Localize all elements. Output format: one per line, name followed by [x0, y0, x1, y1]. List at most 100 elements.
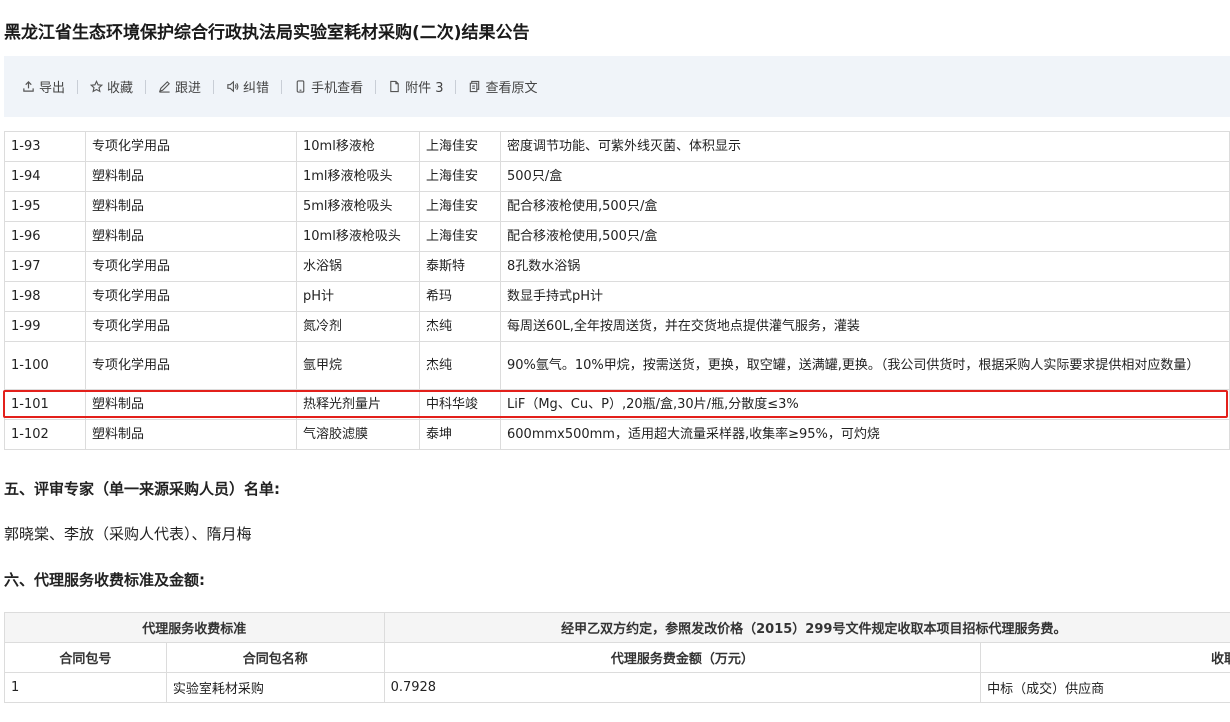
report-error-label: 纠错 — [243, 81, 270, 96]
item-spec: 600mmx500mm，适用超大流量采样器,收集率≥95%，可灼烧 — [500, 419, 1230, 450]
expert-list: 郭晓棠、李放（采购人代表）、隋月梅 — [4, 525, 252, 543]
attachment-icon — [390, 80, 399, 93]
follow-label: 跟进 — [175, 81, 202, 96]
item-spec: 90%氩气。10%甲烷，按需送货，更换，取空罐，送满罐,更换。（我公司供货时，根… — [500, 341, 1230, 390]
column-header: 代理服务费金额（万元） — [383, 642, 982, 673]
table-row: 1-98 专项化学用品 pH计 希玛 数显手持式pH计 — [4, 281, 1230, 312]
column-header: 合同包名称 — [165, 642, 385, 673]
table-row: 1-102 塑料制品 气溶胶滤膜 泰坤 600mmx500mm，适用超大流量采样… — [4, 419, 1230, 450]
item-no: 1-94 — [4, 161, 86, 192]
item-name: 10ml移液枪 — [296, 131, 420, 162]
document-icon — [470, 80, 480, 93]
toolbar: 导出 收藏 跟进 纠错 手机查看 附件 3 查看原文 — [4, 56, 1230, 117]
table-row: 1-95 塑料制品 5ml移液枪吸头 上海佳安 配合移液枪使用,500只/盒 — [4, 191, 1230, 222]
package-no: 1 — [4, 672, 167, 703]
item-name: pH计 — [296, 281, 420, 312]
toolbar-divider — [77, 79, 79, 94]
package-name: 实验室耗材采购 — [165, 672, 385, 703]
page-title: 黑龙江省生态环境保护综合行政执法局实验室耗材采购(二次)结果公告 — [4, 23, 530, 43]
item-name: 热释光剂量片 — [296, 389, 420, 420]
item-spec: 配合移液枪使用,500只/盒 — [500, 191, 1230, 222]
item-brand: 上海佳安 — [419, 191, 501, 222]
item-no: 1-101 — [4, 389, 86, 420]
fee-amount: 0.7928 — [383, 672, 982, 703]
item-category: 塑料制品 — [85, 221, 297, 252]
fee-payer: 中标（成交）供应商 — [980, 672, 1230, 703]
fee-standard-label: 代理服务收费标准 — [4, 612, 385, 643]
fee-table: 代理服务收费标准 经甲乙双方约定，参照发改价格（2015）299号文件规定收取本… — [4, 612, 1230, 703]
attachments-button[interactable]: 附件 3 — [388, 77, 443, 96]
view-original-label: 查看原文 — [485, 81, 538, 96]
pen-icon — [159, 81, 170, 93]
section5-heading: 五、评审专家（单一来源采购人员）名单: — [4, 480, 281, 498]
toolbar-divider — [455, 79, 457, 94]
table-row: 1-96 塑料制品 10ml移液枪吸头 上海佳安 配合移液枪使用,500只/盒 — [4, 221, 1230, 252]
item-no: 1-102 — [4, 419, 86, 450]
item-category: 专项化学用品 — [85, 311, 297, 342]
report-error-button[interactable]: 纠错 — [226, 77, 269, 96]
item-name: 1ml移液枪吸头 — [296, 161, 420, 192]
item-no: 1-95 — [4, 191, 86, 222]
item-category: 塑料制品 — [85, 191, 297, 222]
column-header: 收取 — [980, 642, 1230, 673]
item-category: 专项化学用品 — [85, 341, 297, 390]
item-category: 专项化学用品 — [85, 251, 297, 282]
item-category: 专项化学用品 — [85, 131, 297, 162]
item-name: 氮冷剂 — [296, 311, 420, 342]
table-row-highlighted: 1-101 塑料制品 热释光剂量片 中科华竣 LiF（Mg、Cu、P）,20瓶/… — [4, 389, 1230, 420]
item-name: 气溶胶滤膜 — [296, 419, 420, 450]
toolbar-divider — [145, 79, 147, 94]
table-row: 1 实验室耗材采购 0.7928 中标（成交）供应商 — [4, 672, 1230, 703]
table-row: 1-100 专项化学用品 氩甲烷 杰纯 90%氩气。10%甲烷，按需送货，更换，… — [4, 341, 1230, 390]
item-name: 氩甲烷 — [296, 341, 420, 390]
item-name: 10ml移液枪吸头 — [296, 221, 420, 252]
toolbar-divider — [375, 79, 377, 94]
item-category: 专项化学用品 — [85, 281, 297, 312]
item-spec: LiF（Mg、Cu、P）,20瓶/盒,30片/瓶,分散度≤3% — [500, 389, 1230, 420]
speaker-icon — [227, 80, 239, 93]
item-name: 5ml移液枪吸头 — [296, 191, 420, 222]
toolbar-divider — [281, 79, 283, 94]
item-spec: 每周送60L,全年按周送货，并在交货地点提供灌气服务，灌装 — [500, 311, 1230, 342]
item-spec: 数显手持式pH计 — [500, 281, 1230, 312]
export-icon — [23, 81, 34, 92]
item-no: 1-98 — [4, 281, 86, 312]
item-brand: 希玛 — [419, 281, 501, 312]
item-category: 塑料制品 — [85, 419, 297, 450]
item-name: 水浴锅 — [296, 251, 420, 282]
column-header: 合同包号 — [4, 642, 167, 673]
favorite-label: 收藏 — [107, 81, 134, 96]
item-spec: 配合移液枪使用,500只/盒 — [500, 221, 1230, 252]
item-brand: 上海佳安 — [419, 131, 501, 162]
table-row: 1-97 专项化学用品 水浴锅 泰斯特 8孔数水浴锅 — [4, 251, 1230, 282]
item-brand: 泰坤 — [419, 419, 501, 450]
view-original-button[interactable]: 查看原文 — [468, 77, 538, 96]
export-label: 导出 — [39, 81, 66, 96]
item-no: 1-93 — [4, 131, 86, 162]
item-no: 1-96 — [4, 221, 86, 252]
mobile-view-button[interactable]: 手机查看 — [294, 77, 363, 96]
phone-icon — [296, 80, 305, 93]
item-no: 1-100 — [4, 341, 86, 390]
item-spec: 8孔数水浴锅 — [500, 251, 1230, 282]
toolbar-divider — [213, 79, 215, 94]
item-category: 塑料制品 — [85, 161, 297, 192]
item-brand: 杰纯 — [419, 341, 501, 390]
fee-standard-row: 代理服务收费标准 经甲乙双方约定，参照发改价格（2015）299号文件规定收取本… — [4, 612, 1230, 643]
item-brand: 上海佳安 — [419, 161, 501, 192]
section6-heading: 六、代理服务收费标准及金额: — [4, 571, 205, 589]
follow-button[interactable]: 跟进 — [158, 77, 201, 96]
table-row: 1-99 专项化学用品 氮冷剂 杰纯 每周送60L,全年按周送货，并在交货地点提… — [4, 311, 1230, 342]
item-brand: 杰纯 — [419, 311, 501, 342]
items-table: 1-93 专项化学用品 10ml移液枪 上海佳安 密度调节功能、可紫外线灭菌、体… — [4, 131, 1230, 450]
item-spec: 500只/盒 — [500, 161, 1230, 192]
export-button[interactable]: 导出 — [22, 77, 65, 96]
item-category: 塑料制品 — [85, 389, 297, 420]
item-brand: 上海佳安 — [419, 221, 501, 252]
favorite-button[interactable]: 收藏 — [90, 77, 133, 96]
fee-standard-text: 经甲乙双方约定，参照发改价格（2015）299号文件规定收取本项目招标代理服务费… — [383, 612, 1230, 643]
item-brand: 中科华竣 — [419, 389, 501, 420]
table-row: 1-94 塑料制品 1ml移液枪吸头 上海佳安 500只/盒 — [4, 161, 1230, 192]
item-brand: 泰斯特 — [419, 251, 501, 282]
item-no: 1-99 — [4, 311, 86, 342]
